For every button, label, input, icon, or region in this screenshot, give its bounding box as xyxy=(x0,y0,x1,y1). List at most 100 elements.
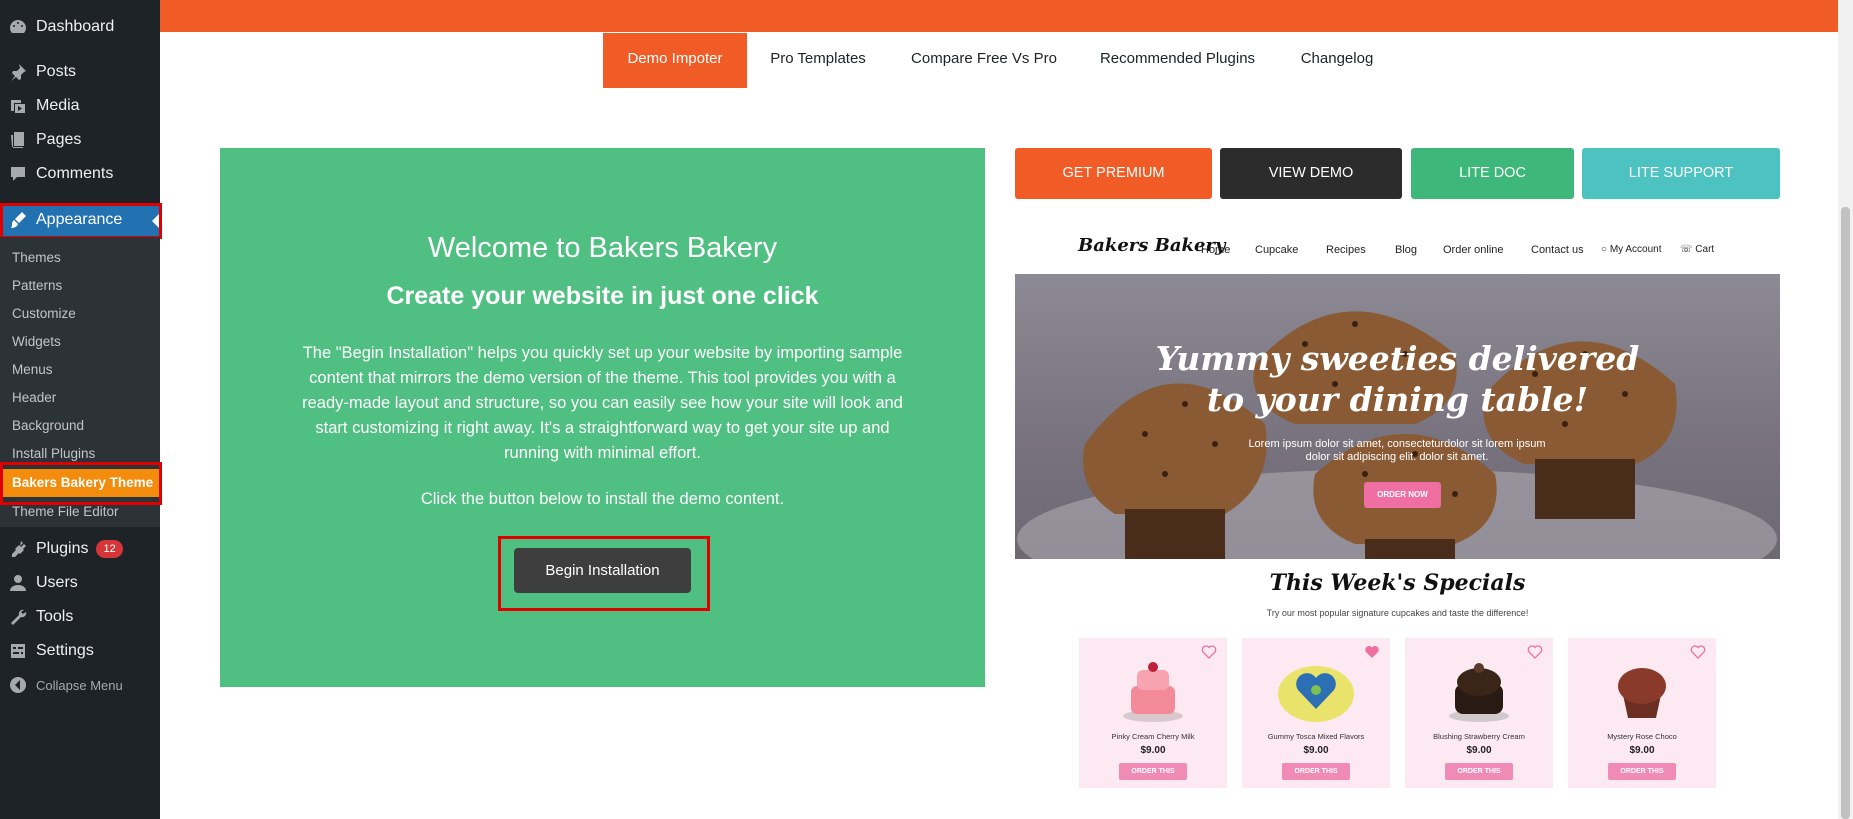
preview-nav-contact: Contact us xyxy=(1531,244,1584,256)
welcome-panel: Welcome to Bakers Bakery Create your web… xyxy=(220,148,985,687)
tab-changelog[interactable]: Changelog xyxy=(1287,33,1387,88)
comment-icon xyxy=(0,164,36,184)
submenu-background[interactable]: Background xyxy=(12,412,84,440)
product-price: $9.00 xyxy=(1140,745,1166,756)
tab-recommended-plugins[interactable]: Recommended Plugins xyxy=(1090,33,1265,88)
update-count-badge: 12 xyxy=(96,540,123,558)
product-card: Mystery Rose Choco $9.00 ORDER THIS xyxy=(1568,638,1716,788)
page-scrollbar[interactable] xyxy=(1838,0,1853,819)
tab-bar: Demo Impoter Pro Templates Compare Free … xyxy=(0,33,1853,88)
wrench-icon xyxy=(0,607,36,627)
scrollbar-thumb[interactable] xyxy=(1841,207,1850,819)
cart-icon: ☏ xyxy=(1680,244,1693,255)
welcome-description: The "Begin Installation" helps you quick… xyxy=(302,344,903,462)
hero-title-line-2: to your dining table! xyxy=(1206,380,1589,419)
preview-nav-cart-label: Cart xyxy=(1695,244,1715,255)
preview-hero-title: Yummy sweeties delivered to your dining t… xyxy=(1015,338,1780,420)
menu-label: Comments xyxy=(36,165,114,182)
order-this-button: ORDER THIS xyxy=(1282,763,1350,780)
preview-specials-subtitle: Try our most popular signature cupcakes … xyxy=(1266,608,1529,618)
menu-comments[interactable]: Comments xyxy=(0,157,160,191)
plugin-icon xyxy=(0,539,36,559)
menu-tools[interactable]: Tools xyxy=(0,600,160,634)
product-image xyxy=(1449,663,1509,722)
preview-nav-blog: Blog xyxy=(1395,244,1418,256)
welcome-subtitle: Create your website in just one click xyxy=(386,282,819,310)
preview-specials-title: This Week's Specials xyxy=(1269,570,1526,596)
collapse-icon xyxy=(0,675,36,695)
preview-hero: Yummy sweeties delivered to your dining t… xyxy=(1015,274,1780,559)
menu-label: Plugins xyxy=(36,540,89,557)
product-name: Mystery Rose Choco xyxy=(1607,732,1677,741)
product-image xyxy=(1123,662,1183,722)
media-icon xyxy=(0,96,36,116)
header-bar xyxy=(160,0,1838,32)
tab-demo-importer[interactable]: Demo Impoter xyxy=(603,33,747,88)
highlight-begin-installation xyxy=(498,536,710,611)
heart-icon xyxy=(1365,646,1379,658)
preview-nav-cart: ☏ Cart xyxy=(1680,244,1714,255)
menu-pages[interactable]: Pages xyxy=(0,123,160,157)
product-card: Blushing Strawberry Cream $9.00 ORDER TH… xyxy=(1405,638,1553,788)
welcome-title: Welcome to Bakers Bakery xyxy=(427,232,778,264)
submenu-menus[interactable]: Menus xyxy=(12,356,53,384)
preview-nav-account: ○ My Account xyxy=(1601,244,1662,255)
settings-icon xyxy=(0,641,36,661)
user-icon xyxy=(0,573,36,593)
highlight-bakers-theme xyxy=(0,462,162,505)
product-card: Gummy Tosca Mixed Flavors $9.00 ORDER TH… xyxy=(1242,638,1390,788)
heart-icon xyxy=(1201,645,1217,659)
admin-sidebar: Dashboard Posts Media Pages Comments App… xyxy=(0,0,162,819)
menu-settings[interactable]: Settings xyxy=(0,634,160,668)
install-note: Click the button below to install the de… xyxy=(420,490,785,508)
submenu-widgets[interactable]: Widgets xyxy=(12,328,61,356)
lite-doc-button[interactable]: LITE DOC xyxy=(1411,148,1574,199)
product-price: $9.00 xyxy=(1466,745,1492,756)
order-this-button: ORDER THIS xyxy=(1608,763,1676,780)
product-image xyxy=(1618,668,1666,718)
tab-pro-templates[interactable]: Pro Templates xyxy=(758,33,878,88)
menu-label: Pages xyxy=(36,131,82,148)
product-name: Pinky Cream Cherry Milk xyxy=(1111,732,1195,741)
menu-label: Settings xyxy=(36,642,94,659)
submenu-header[interactable]: Header xyxy=(12,384,56,412)
get-premium-button[interactable]: GET PREMIUM xyxy=(1015,148,1212,199)
view-demo-button[interactable]: VIEW DEMO xyxy=(1220,148,1402,199)
product-price: $9.00 xyxy=(1303,745,1329,756)
heart-icon xyxy=(1690,645,1706,659)
tab-compare-free-vs-pro[interactable]: Compare Free Vs Pro xyxy=(900,33,1068,88)
preview-nav-cupcake: Cupcake xyxy=(1255,244,1299,256)
product-name: Gummy Tosca Mixed Flavors xyxy=(1267,732,1365,741)
order-this-button: ORDER THIS xyxy=(1119,763,1187,780)
lite-support-button[interactable]: LITE SUPPORT xyxy=(1582,148,1780,199)
menu-collapse[interactable]: Collapse Menu xyxy=(0,668,160,702)
preview-hero-subtitle: Lorem ipsum dolor sit amet, consecteturd… xyxy=(1248,438,1546,463)
menu-media[interactable]: Media xyxy=(0,89,160,123)
theme-preview: Bakers Bakery Home Cupcake Recipes Blog … xyxy=(1015,228,1780,819)
product-price: $9.00 xyxy=(1629,745,1655,756)
submenu-themes[interactable]: Themes xyxy=(12,244,61,272)
submenu-patterns[interactable]: Patterns xyxy=(12,272,62,300)
pages-icon xyxy=(0,130,36,150)
order-this-button: ORDER THIS xyxy=(1445,763,1513,780)
preview-nav-home: Home xyxy=(1201,244,1231,256)
menu-label: Collapse Menu xyxy=(36,677,123,693)
product-image xyxy=(1278,666,1354,722)
product-name: Blushing Strawberry Cream xyxy=(1433,732,1525,741)
hero-title-line-1: Yummy sweeties delivered xyxy=(1155,339,1640,378)
product-card: Pinky Cream Cherry Milk $9.00 ORDER THIS xyxy=(1079,638,1227,788)
menu-label: Media xyxy=(36,97,80,114)
preview-nav-recipes: Recipes xyxy=(1326,244,1366,256)
menu-plugins[interactable]: Plugins 12 xyxy=(0,532,160,566)
preview-nav-order-online: Order online xyxy=(1443,244,1504,256)
preview-order-now-button: ORDER NOW xyxy=(1364,482,1441,508)
submenu-customize[interactable]: Customize xyxy=(12,300,76,328)
preview-nav: Bakers Bakery Home Cupcake Recipes Blog … xyxy=(1015,228,1780,274)
account-icon: ○ xyxy=(1601,244,1608,255)
menu-label: Tools xyxy=(36,608,74,625)
preview-nav-account-label: My Account xyxy=(1609,244,1662,255)
highlight-appearance xyxy=(0,203,162,239)
menu-label: Users xyxy=(36,574,78,591)
menu-users[interactable]: Users xyxy=(0,566,160,600)
heart-icon xyxy=(1527,645,1543,659)
